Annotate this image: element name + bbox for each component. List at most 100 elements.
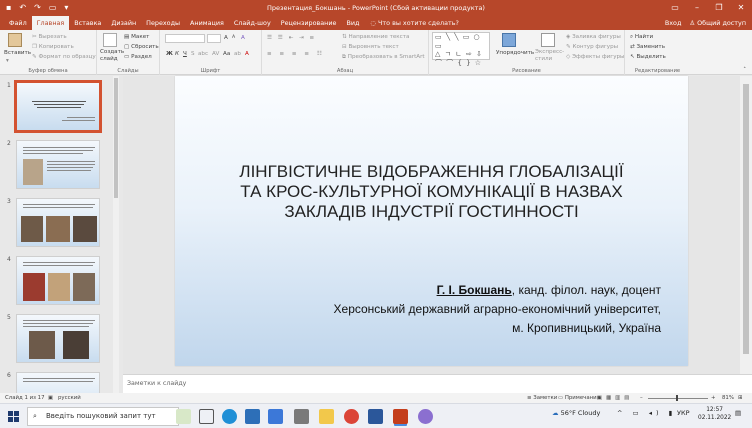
fit-slide-icon[interactable]: ⊞ xyxy=(738,393,743,403)
align-buttons[interactable]: ≡ ≡ ≡ ≡ ☷ xyxy=(267,50,325,58)
chrome-icon[interactable] xyxy=(344,409,359,424)
share-button[interactable]: ♙ Общий доступ xyxy=(689,16,746,30)
font-size-input[interactable] xyxy=(207,34,221,43)
input-language[interactable]: УКР xyxy=(677,409,690,417)
increase-font-icon[interactable]: A xyxy=(224,34,228,42)
arrange-button[interactable]: Упорядочить xyxy=(496,49,534,57)
paste-button[interactable]: Вставить xyxy=(4,49,31,57)
shape-outline-button[interactable]: ✎ Контур фигуры xyxy=(566,43,618,51)
slide-subtitle[interactable]: Г. І. Бокшань, канд. філол. наук, доцент… xyxy=(334,281,661,338)
slide-title[interactable]: ЛІНГВІСТИЧНЕ ВІДОБРАЖЕННЯ ГЛОБАЛІЗАЦІЇ Т… xyxy=(175,162,688,222)
windows-start-icon[interactable] xyxy=(8,411,19,422)
file-explorer-icon[interactable] xyxy=(319,409,334,424)
edge-icon[interactable] xyxy=(222,409,237,424)
spellcheck-icon[interactable]: ▣ xyxy=(48,393,53,403)
cut-button[interactable]: ✂ Вырезать xyxy=(32,33,67,41)
media-app-icon[interactable] xyxy=(294,409,309,424)
login-link[interactable]: Вход xyxy=(665,16,682,30)
language-status[interactable]: русский xyxy=(58,393,81,403)
smartart-button[interactable]: ⧉ Преобразовать в SmartArt xyxy=(342,53,425,61)
tab-file[interactable]: Файл xyxy=(4,16,32,30)
format-painter-button[interactable]: ✎ Формат по образцу xyxy=(32,53,96,61)
text-direction-button[interactable]: ⇅ Направление текста xyxy=(342,33,409,41)
tab-slideshow[interactable]: Слайд-шоу xyxy=(229,16,276,30)
slide-thumbnail-6[interactable] xyxy=(16,372,100,394)
shadow-button[interactable]: S xyxy=(191,50,195,58)
notes-pane[interactable]: Заметки к слайду xyxy=(123,374,752,393)
taskbar-search[interactable]: ⌕ Введіть пошуковий запит тут xyxy=(27,407,179,426)
align-text-button[interactable]: ⊟ Выровнять текст xyxy=(342,43,399,51)
copy-button[interactable]: ❐ Копировать xyxy=(32,43,74,51)
weather-widget[interactable]: ☁ 56°F Cloudy xyxy=(552,409,600,417)
tab-transitions[interactable]: Переходы xyxy=(141,16,185,30)
tell-me-search[interactable]: ◌ Что вы хотите сделать? xyxy=(370,16,459,30)
task-view-icon[interactable] xyxy=(199,409,214,424)
tab-view[interactable]: Вид xyxy=(341,16,364,30)
editor-scroll-thumb[interactable] xyxy=(743,84,749,354)
thumbnail-scrollbar[interactable] xyxy=(113,76,119,394)
author-line: Г. І. Бокшань, канд. філол. наук, доцент xyxy=(334,281,661,300)
slide-thumbnail-3[interactable] xyxy=(16,198,100,247)
slide-thumbnail-1[interactable] xyxy=(14,80,102,133)
find-button[interactable]: ⌕ Найти xyxy=(630,33,653,41)
notes-toggle[interactable]: ≡ Заметки xyxy=(527,393,557,403)
zoom-out-icon[interactable]: – xyxy=(640,393,643,403)
shape-fill-button[interactable]: ◈ Заливка фигуры xyxy=(566,33,621,41)
font-name-input[interactable] xyxy=(165,34,205,43)
char-spacing-button[interactable]: AV xyxy=(212,50,219,58)
change-case-button[interactable]: Aa xyxy=(223,50,230,58)
zoom-slider[interactable] xyxy=(648,398,708,399)
replace-button[interactable]: ⇄ Заменить xyxy=(630,43,665,51)
replace-label: Заменить xyxy=(636,44,665,50)
strikethrough-button[interactable]: abc xyxy=(198,50,208,58)
shapes-gallery[interactable]: ▭ ╲ ╲ ▭ ○ ▭ △ ㄱ ㄴ ⇨ ⇩ ⌒ ⌒ { } ☆ xyxy=(432,32,490,67)
shape-effects-button[interactable]: ◇ Эффекты фигуры xyxy=(566,53,624,61)
tray-icons[interactable]: ^ ▭ ◂) ▮ xyxy=(617,409,676,417)
restore-icon[interactable]: ❐ xyxy=(708,0,730,16)
mail-icon[interactable] xyxy=(245,409,260,424)
reset-button[interactable]: ▢ Сбросить xyxy=(124,43,159,51)
tab-design[interactable]: Дизайн xyxy=(106,16,141,30)
tab-home[interactable]: Главная xyxy=(31,16,70,30)
bold-button[interactable]: Ж xyxy=(166,50,173,58)
slide-thumbnail-5[interactable] xyxy=(16,314,100,363)
clear-format-icon[interactable]: A xyxy=(241,34,245,42)
underline-button[interactable]: Ч xyxy=(183,50,187,58)
zoom-slider-thumb[interactable] xyxy=(676,395,678,401)
tab-insert[interactable]: Вставка xyxy=(69,16,106,30)
tab-animations[interactable]: Анимация xyxy=(185,16,229,30)
highlight-button[interactable]: ab xyxy=(234,50,241,58)
comments-toggle[interactable]: ▭ Примечания xyxy=(558,393,600,403)
font-color-button[interactable]: A xyxy=(245,50,249,58)
section-button[interactable]: ▭ Раздел xyxy=(124,53,152,61)
layout-button[interactable]: ▤ Макет xyxy=(124,33,149,41)
slide-thumbnail-4[interactable] xyxy=(16,256,100,305)
italic-button[interactable]: К xyxy=(175,50,179,58)
zoom-in-icon[interactable]: + xyxy=(711,393,716,403)
view-buttons[interactable]: ▣▦▥▤ xyxy=(597,393,633,403)
viber-icon[interactable] xyxy=(418,409,433,424)
list-buttons[interactable]: ☰ ☰ ⇤ ⇥ ≡ xyxy=(267,34,316,42)
editor-scrollbar[interactable] xyxy=(740,76,752,374)
title-line: ЛІНГВІСТИЧНЕ ВІДОБРАЖЕННЯ ГЛОБАЛІЗАЦІЇ xyxy=(239,162,624,181)
select-button[interactable]: ↖ Выделить xyxy=(630,53,666,61)
close-icon[interactable]: ✕ xyxy=(730,0,752,16)
word-icon[interactable] xyxy=(368,409,383,424)
paste-dropdown-icon[interactable]: ▾ xyxy=(6,57,9,65)
notifications-icon[interactable]: ▤ xyxy=(735,409,741,417)
quick-styles-button[interactable]: Экспресс-стили xyxy=(535,49,565,63)
new-slide-button[interactable]: Создать слайд xyxy=(100,49,124,63)
ribbon-display-options-icon[interactable]: ▭ xyxy=(664,0,686,16)
slide-thumbnail-2[interactable] xyxy=(16,140,100,189)
zoom-level[interactable]: 81% xyxy=(722,393,734,403)
decrease-font-icon[interactable]: A xyxy=(232,34,235,42)
clock[interactable]: 12:57 02.11.2022 xyxy=(698,406,731,422)
tab-review[interactable]: Рецензирование xyxy=(276,16,342,30)
collapse-ribbon-icon[interactable]: ˄ xyxy=(743,66,746,74)
minimize-icon[interactable]: – xyxy=(686,0,708,16)
plant-app-icon[interactable] xyxy=(176,409,191,424)
current-slide[interactable]: ЛІНГВІСТИЧНЕ ВІДОБРАЖЕННЯ ГЛОБАЛІЗАЦІЇ Т… xyxy=(175,76,688,366)
powerpoint-icon[interactable] xyxy=(393,409,408,424)
store-icon[interactable] xyxy=(268,409,283,424)
thumbnail-scroll-thumb[interactable] xyxy=(114,78,118,198)
